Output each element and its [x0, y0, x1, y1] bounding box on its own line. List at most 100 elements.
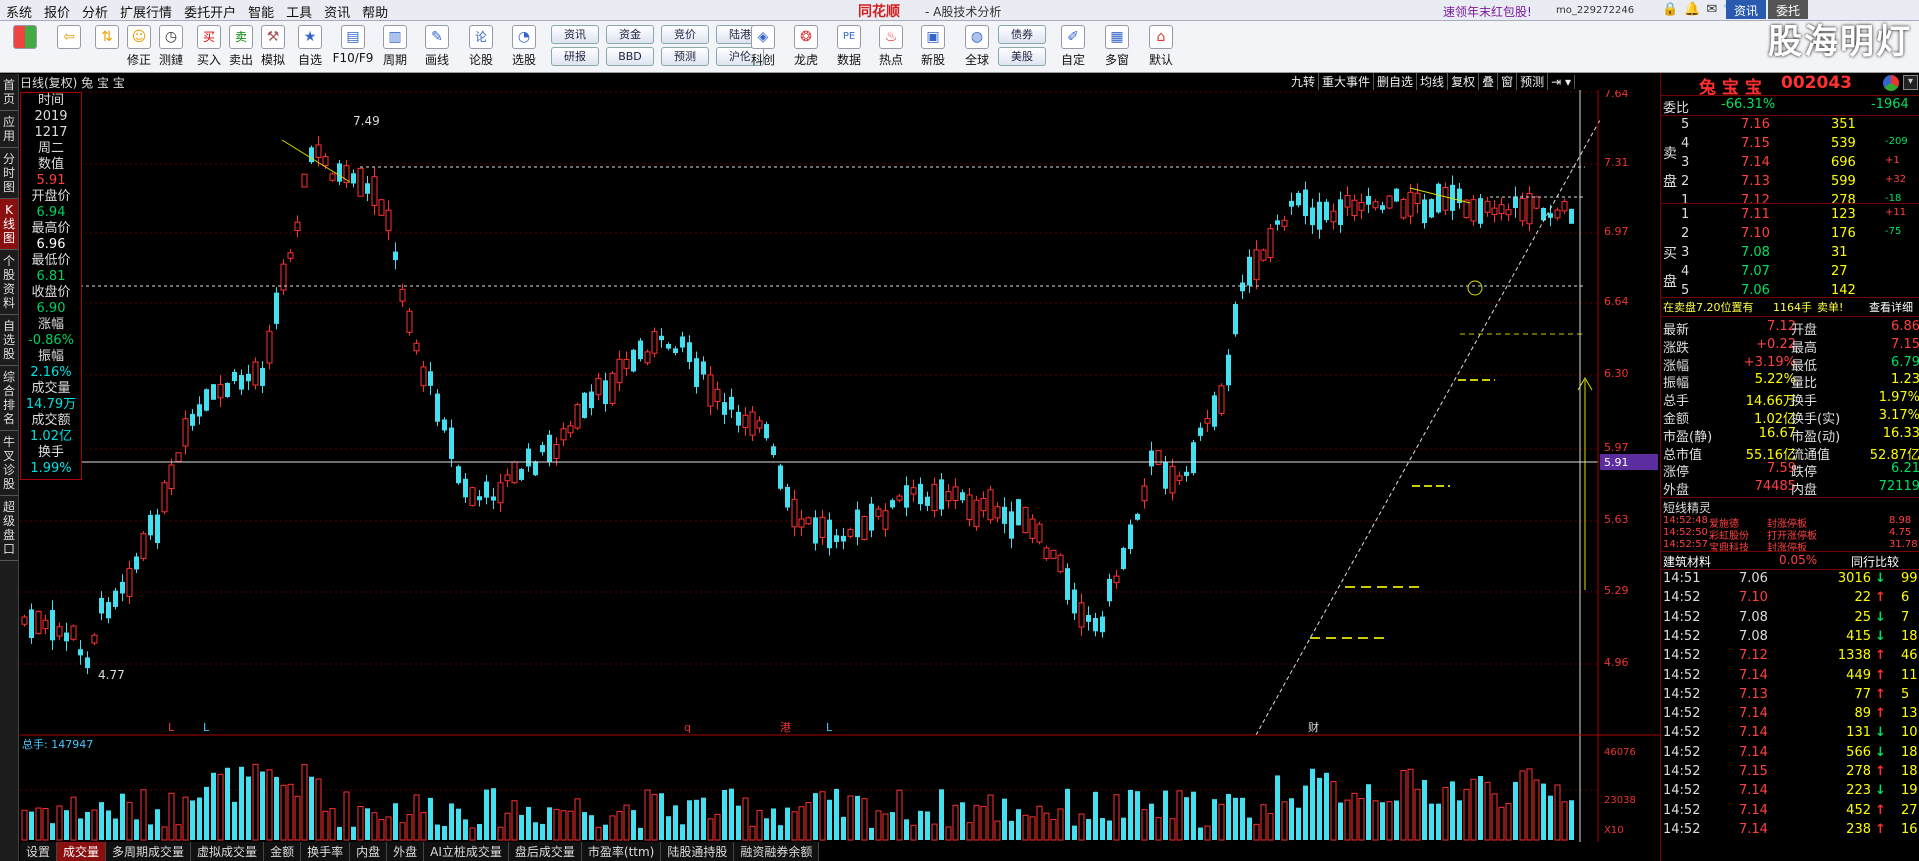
tab-watchlist[interactable]: 自选股 [0, 315, 18, 366]
layout-button[interactable] [10, 25, 40, 51]
chart-tab-nine[interactable]: 九转 [1288, 73, 1320, 90]
bid-level[interactable]: 4 7.07 27 [1661, 264, 1919, 280]
event-marker[interactable]: 港 [780, 721, 791, 734]
funds-mini-button[interactable]: 资金 [606, 25, 654, 44]
bid-level[interactable]: 2 7.10 176 -75 [1661, 226, 1919, 242]
y-tick: 5.29 [1604, 584, 1629, 597]
bond-mini-button[interactable]: 债券 [998, 25, 1046, 44]
volume-bar [1141, 809, 1148, 841]
tab-diagnosis[interactable]: 牛叉诊股 [0, 431, 18, 496]
tab-inner[interactable]: 内盘 [350, 842, 388, 861]
menu-smart[interactable]: 智能 [242, 0, 280, 23]
draw-button[interactable]: ✎ 画线 [422, 25, 452, 68]
up-down-button[interactable]: ⇅ [92, 25, 122, 51]
tab-apps[interactable]: 应用 [0, 111, 18, 148]
news-mini-button[interactable]: 资讯 [551, 25, 599, 44]
tab-super-panel[interactable]: 超级盘口 [0, 496, 18, 561]
watchlist-button[interactable]: ★ 自选 [295, 25, 325, 68]
app-subtitle: - A股技术分析 [925, 5, 1002, 19]
back-button[interactable]: ⇦ [54, 25, 84, 51]
chart-tab-remove-watch[interactable]: 删自选 [1374, 73, 1418, 90]
tab-home[interactable]: 首页 [0, 74, 18, 111]
chart-tab-window[interactable]: 窗 [1498, 73, 1518, 90]
chart-tab-more[interactable]: ⇥ ▾ [1548, 75, 1576, 89]
us-stock-mini-button[interactable]: 美股 [998, 47, 1046, 66]
tab-turnover[interactable]: 换手率 [301, 842, 351, 861]
data-button[interactable]: PE 数据 [834, 25, 864, 68]
industry-name[interactable]: 建筑材料 [1663, 553, 1711, 570]
default-button[interactable]: ⌂ 默认 [1146, 25, 1176, 68]
multi-window-button[interactable]: ▦ 多窗 [1102, 25, 1132, 68]
event-marker[interactable]: L [826, 721, 833, 734]
ask-level[interactable]: 5 7.16 351 [1661, 117, 1919, 133]
menu-extended[interactable]: 扩展行情 [114, 0, 178, 23]
menu-tools[interactable]: 工具 [280, 0, 318, 23]
notice-link[interactable]: 查看详细 [1869, 299, 1913, 315]
tab-pe-ttm[interactable]: 市盈率(ttm) [582, 842, 662, 861]
kline-chart[interactable]: 7.49 4.77 7.64 7.31 6.97 6.64 6.30 5.97 … [20, 90, 1660, 842]
chart-tab-overlay[interactable]: 叠 [1479, 73, 1499, 90]
hotspot-button[interactable]: ♨ 热点 [876, 25, 906, 68]
tab-after-hours[interactable]: 盘后成交量 [509, 842, 582, 861]
tab-hk-holding[interactable]: 陆股通持股 [661, 842, 735, 861]
ask-level[interactable]: 4 7.15 539 -209 [1661, 136, 1919, 152]
forecast-mini-button[interactable]: 预测 [661, 47, 709, 66]
panel-menu-icon[interactable]: ▾ [1903, 75, 1918, 90]
bid-level[interactable]: 3 7.08 31 [1661, 245, 1919, 261]
tab-ranking[interactable]: 综合排名 [0, 366, 18, 431]
mail-icon[interactable]: ✉ [1706, 2, 1723, 17]
chart-tab-adjust[interactable]: 复权 [1448, 73, 1480, 90]
menu-entrust[interactable]: 委托开户 [178, 0, 242, 23]
tab-volume[interactable]: 成交量 [57, 842, 107, 861]
research-mini-button[interactable]: 研报 [551, 47, 599, 66]
simulate-button[interactable]: ⚒ 模拟 [258, 25, 288, 68]
screener-button[interactable]: ◔ 选股 [509, 25, 539, 68]
event-marker[interactable]: 财 [1308, 720, 1319, 734]
industry-compare-link[interactable]: 同行比较 [1851, 553, 1899, 570]
menu-help[interactable]: 帮助 [356, 0, 394, 23]
tab-virtual-volume[interactable]: 虚拟成交量 [191, 842, 265, 861]
ask-level[interactable]: 2 7.13 599 +32 [1661, 174, 1919, 190]
tab-ai-volume[interactable]: AI立桩成交量 [424, 842, 509, 861]
chart-tab-events[interactable]: 重大事件 [1319, 73, 1375, 90]
bbd-mini-button[interactable]: BBD [606, 47, 654, 66]
tick-cell: 14:52 [1663, 744, 1701, 760]
promo-link[interactable]: 速领年末红包股! [1443, 3, 1532, 20]
auction-mini-button[interactable]: 竞价 [661, 25, 709, 44]
tab-amount[interactable]: 金额 [264, 842, 302, 861]
dragon-tiger-button[interactable]: ❂ 龙虎 [791, 25, 821, 68]
star-market-button[interactable]: ◈ 科创 [748, 25, 778, 68]
chart-tab-ma[interactable]: 均线 [1417, 73, 1449, 90]
chart-tab-forecast[interactable]: 预测 [1517, 73, 1549, 90]
tick-row: 14:51 7.06 3016 ↓ 99 [1661, 571, 1919, 587]
menu-analysis[interactable]: 分析 [76, 0, 114, 23]
event-marker[interactable]: L [168, 721, 175, 734]
menu-system[interactable]: 系统 [0, 0, 38, 23]
tab-settings[interactable]: 设置 [20, 842, 58, 861]
tab-news[interactable]: 资讯 [1726, 0, 1767, 19]
discuss-button[interactable]: 论论股 [466, 25, 496, 68]
global-button[interactable]: ◍ 全球 [962, 25, 992, 68]
volume-bar [1093, 791, 1098, 840]
tab-intraday[interactable]: 分时图 [0, 148, 18, 199]
tab-profile[interactable]: 个股资料 [0, 250, 18, 315]
ask-level[interactable]: 3 7.14 696 +1 [1661, 155, 1919, 171]
menu-news[interactable]: 资讯 [318, 0, 356, 23]
tab-multi-period-volume[interactable]: 多周期成交量 [106, 842, 192, 861]
color-wheel-icon[interactable] [1883, 75, 1899, 91]
tab-kline[interactable]: K线图 [0, 199, 18, 250]
tab-outer[interactable]: 外盘 [387, 842, 425, 861]
candle-body [1043, 547, 1050, 559]
ipo-button[interactable]: ▣ 新股 [918, 25, 948, 68]
test-button[interactable]: ◷ 测鏈 [156, 25, 186, 68]
period-button[interactable]: ▥ 周期 [380, 25, 410, 68]
f10-button[interactable]: ▤ F10/F9 [333, 25, 373, 65]
menu-quote[interactable]: 报价 [38, 0, 76, 23]
event-marker[interactable]: q [684, 721, 691, 734]
tab-margin[interactable]: 融资融券余额 [734, 842, 820, 861]
bid-level[interactable]: 1 7.11 123 +11 [1661, 207, 1919, 223]
custom-button[interactable]: ✐ 自定 [1058, 25, 1088, 68]
lock-icon[interactable]: 🔒 [1662, 2, 1684, 17]
event-marker[interactable]: L [203, 721, 210, 734]
bell-icon[interactable]: 🔔 [1684, 2, 1706, 17]
